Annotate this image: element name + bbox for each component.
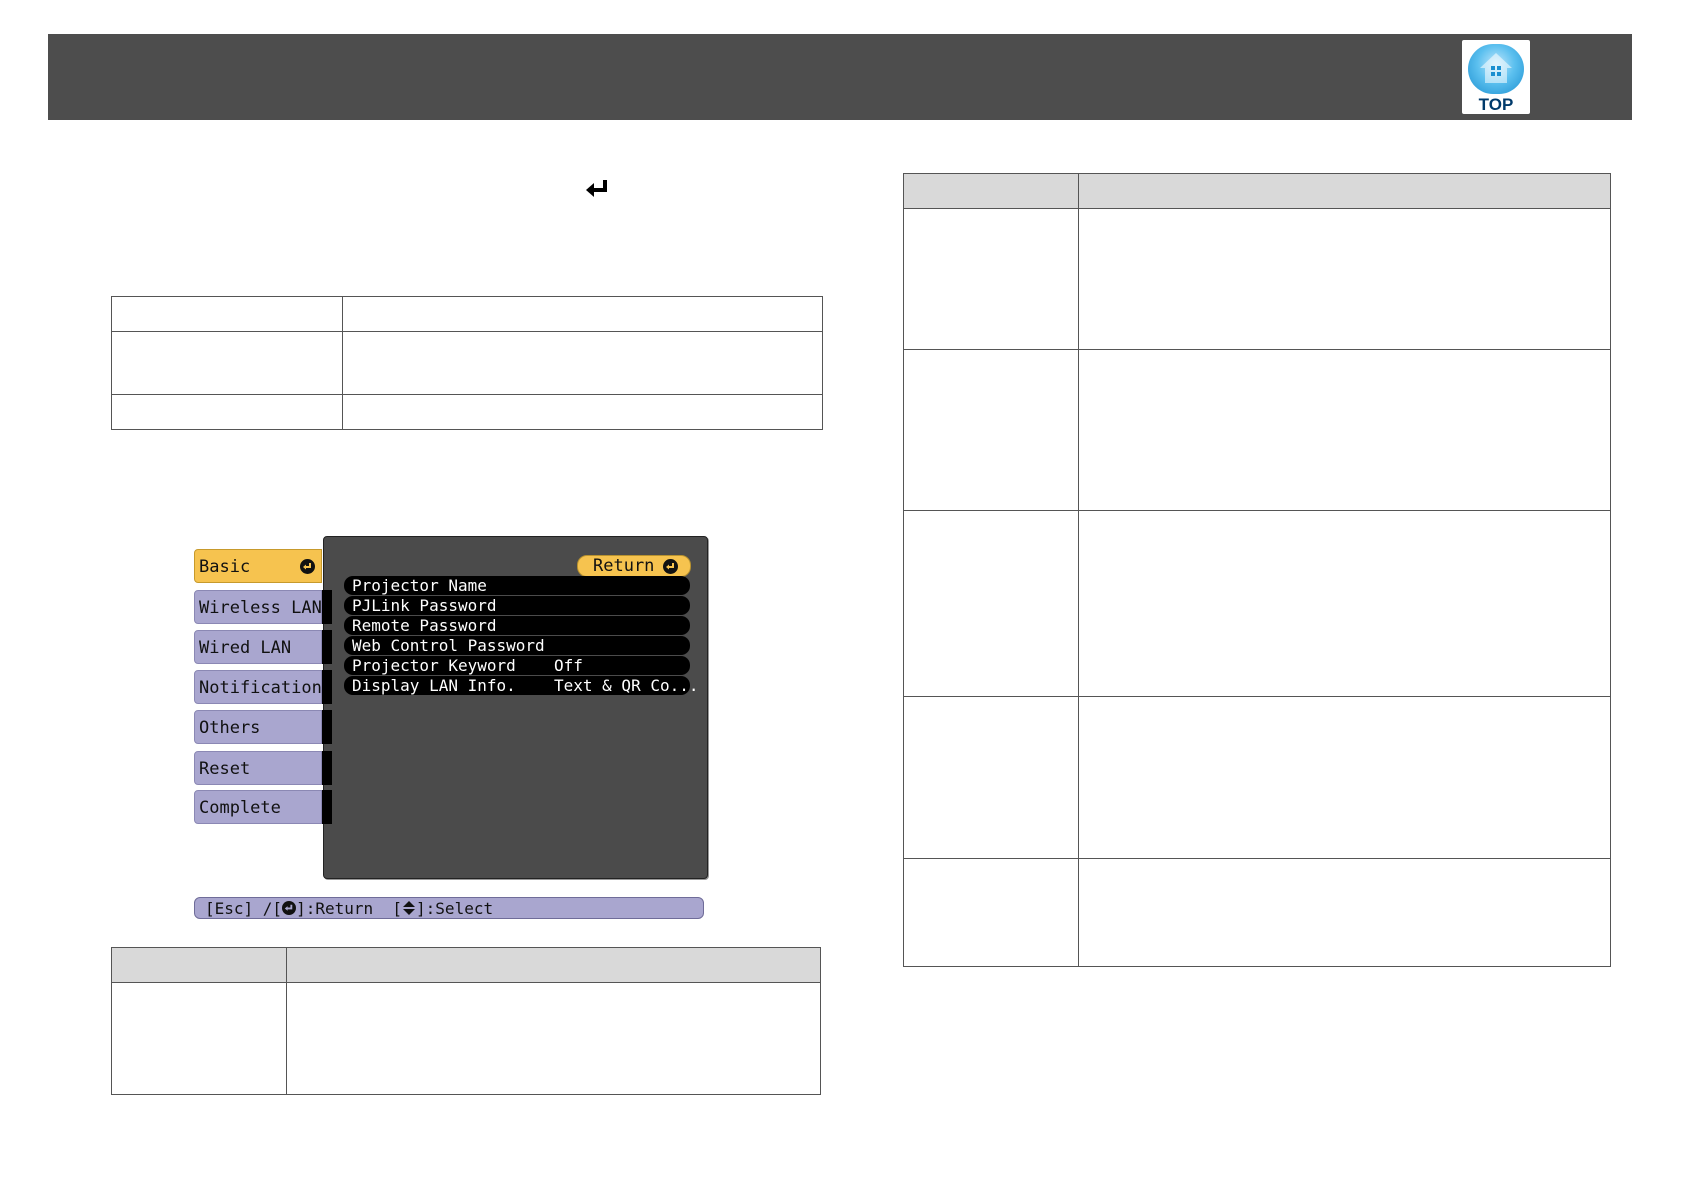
table-cell bbox=[111, 982, 287, 1095]
item-name: Projector Name bbox=[352, 576, 487, 595]
table-cell bbox=[903, 208, 1079, 350]
table-cell bbox=[903, 349, 1079, 511]
tab-label: Reset bbox=[199, 759, 251, 779]
return-button[interactable]: Return bbox=[577, 555, 691, 577]
table-cell bbox=[1078, 349, 1611, 511]
tab-wireless-lan[interactable]: Wireless LAN bbox=[194, 590, 322, 624]
tab-label: Basic bbox=[199, 557, 251, 577]
table-cell bbox=[1078, 696, 1611, 859]
menu-item-remote-password[interactable]: Remote Password bbox=[344, 616, 690, 635]
table-header-cell bbox=[286, 947, 821, 983]
table-cell bbox=[111, 394, 343, 430]
osd-status-bar: [Esc] /[ ]:Return [ ]:Select bbox=[194, 897, 704, 919]
tab-separator bbox=[322, 751, 332, 785]
return-label: Return bbox=[593, 556, 655, 576]
tab-separator bbox=[322, 790, 332, 824]
settings-table-left-top bbox=[111, 296, 823, 430]
table-cell bbox=[111, 296, 343, 332]
tab-reset[interactable]: Reset bbox=[194, 751, 322, 785]
enter-icon bbox=[663, 559, 678, 574]
settings-table-right bbox=[903, 173, 1611, 967]
table-header-cell bbox=[1078, 173, 1611, 209]
table-cell bbox=[1078, 510, 1611, 697]
tab-basic[interactable]: Basic bbox=[194, 549, 322, 583]
status-text: [Esc] /[ ]:Return [ ]:Select bbox=[205, 899, 493, 918]
menu-item-projector-name[interactable]: Projector Name bbox=[344, 576, 690, 595]
status-part: ]:Select bbox=[416, 899, 494, 918]
tab-complete[interactable]: Complete bbox=[194, 790, 322, 824]
home-icon bbox=[1468, 44, 1524, 94]
enter-icon bbox=[282, 901, 297, 915]
item-name: Web Control Password bbox=[352, 636, 545, 655]
tab-separator bbox=[322, 630, 332, 664]
table-cell bbox=[342, 394, 823, 430]
table-cell bbox=[1078, 858, 1611, 967]
item-name: Display LAN Info. bbox=[352, 676, 516, 695]
page-header-band bbox=[48, 34, 1632, 120]
table-header-cell bbox=[903, 173, 1079, 209]
enter-key-icon bbox=[586, 180, 607, 197]
status-part: ]:Return [ bbox=[296, 899, 403, 918]
menu-item-display-lan-info[interactable]: Display LAN Info. Text & QR Co... bbox=[344, 676, 699, 695]
tab-label: Notification bbox=[199, 678, 322, 698]
table-cell bbox=[903, 858, 1079, 967]
up-down-arrow-icon bbox=[403, 901, 416, 915]
top-label: TOP bbox=[1478, 95, 1514, 114]
item-value: Off bbox=[554, 656, 583, 675]
tab-label: Wired LAN bbox=[199, 638, 292, 658]
tab-separator bbox=[322, 710, 332, 744]
enter-icon bbox=[300, 559, 315, 574]
table-cell bbox=[111, 331, 343, 395]
tab-separator bbox=[322, 590, 332, 624]
table-cell bbox=[286, 982, 821, 1095]
menu-item-projector-keyword[interactable]: Projector Keyword Off bbox=[344, 656, 690, 675]
tab-label: Others bbox=[199, 718, 261, 738]
table-cell bbox=[1078, 208, 1611, 350]
table-cell bbox=[903, 696, 1079, 859]
tab-separator bbox=[322, 670, 332, 704]
table-cell bbox=[342, 331, 823, 395]
top-link-button[interactable]: TOP bbox=[1462, 40, 1530, 114]
item-name: Projector Keyword bbox=[352, 656, 516, 675]
tab-notification[interactable]: Notification bbox=[194, 670, 322, 704]
tab-wired-lan[interactable]: Wired LAN bbox=[194, 630, 322, 664]
tab-label: Complete bbox=[199, 798, 281, 818]
table-header-cell bbox=[111, 947, 287, 983]
item-value: Text & QR Co... bbox=[554, 676, 699, 695]
tab-label: Wireless LAN bbox=[199, 598, 322, 618]
item-name: PJLink Password bbox=[352, 596, 497, 615]
menu-item-web-control-password[interactable]: Web Control Password bbox=[344, 636, 690, 655]
menu-item-pjlink-password[interactable]: PJLink Password bbox=[344, 596, 690, 615]
item-name: Remote Password bbox=[352, 616, 497, 635]
table-cell bbox=[342, 296, 823, 332]
tab-others[interactable]: Others bbox=[194, 710, 322, 744]
table-cell bbox=[903, 510, 1079, 697]
settings-table-left-bottom bbox=[111, 947, 821, 1095]
status-part: [Esc] /[ bbox=[205, 899, 283, 918]
